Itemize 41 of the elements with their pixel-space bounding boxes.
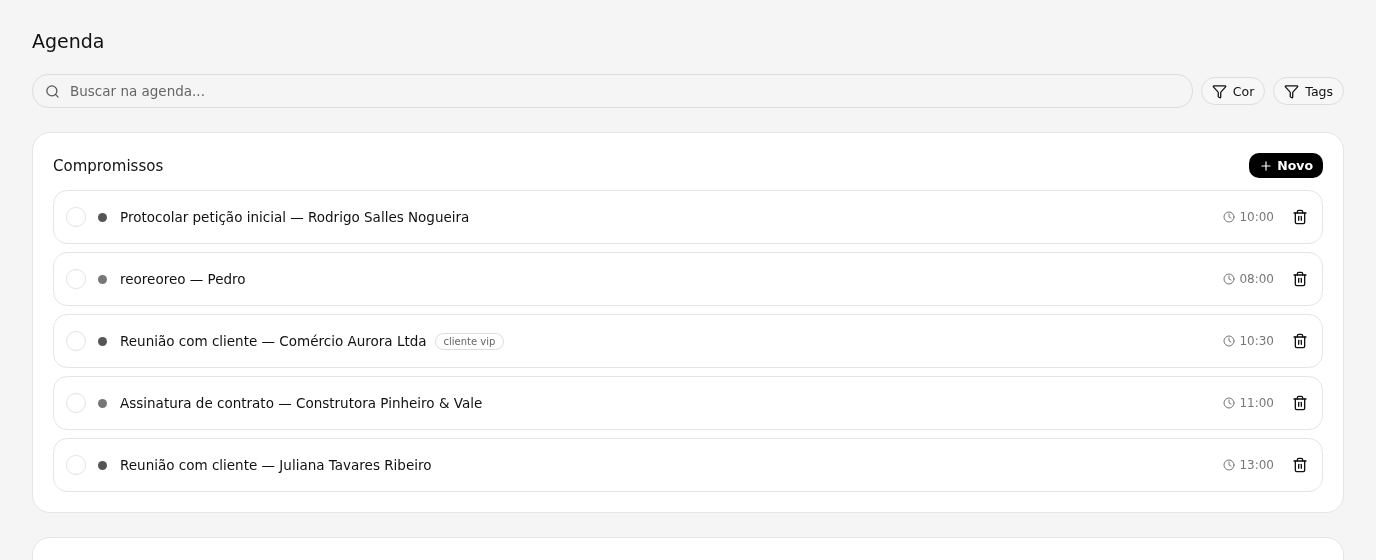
trash-icon bbox=[1292, 395, 1308, 411]
delete-button[interactable] bbox=[1292, 271, 1308, 287]
clock-icon bbox=[1223, 211, 1236, 223]
trash-icon bbox=[1292, 457, 1308, 473]
appointment-time: 08:00 bbox=[1239, 272, 1274, 286]
plus-icon bbox=[1259, 158, 1274, 173]
clock-icon bbox=[1223, 397, 1236, 409]
delete-button[interactable] bbox=[1292, 457, 1308, 473]
filter-button[interactable]: Tags bbox=[1273, 77, 1344, 105]
trash-icon bbox=[1292, 271, 1308, 287]
appointment-title: reoreoreo — Pedro bbox=[120, 271, 246, 287]
complete-checkbox[interactable] bbox=[66, 393, 86, 413]
trash-icon bbox=[1292, 209, 1308, 225]
search-field[interactable]: Buscar na agenda... bbox=[32, 74, 1193, 108]
complete-checkbox[interactable] bbox=[66, 331, 86, 351]
appointment-title: Assinatura de contrato — Construtora Pinheiro & Vale bbox=[120, 395, 483, 411]
clock-icon bbox=[1223, 335, 1236, 347]
search-icon bbox=[45, 83, 60, 99]
delete-button[interactable] bbox=[1292, 395, 1308, 411]
page-title: Agenda bbox=[32, 30, 106, 52]
appointment-title: Reunião com cliente — Juliana Tavares Ribeiro bbox=[120, 457, 432, 473]
appointment-title: Reunião com cliente — Comércio Aurora Ltda bbox=[120, 333, 427, 349]
delete-button[interactable] bbox=[1292, 209, 1308, 225]
appointment-time: 11:00 bbox=[1239, 396, 1274, 410]
appointment-time: 10:00 bbox=[1239, 210, 1274, 224]
appointment-time: 10:30 bbox=[1239, 334, 1274, 348]
new-button[interactable]: Novo bbox=[1249, 153, 1323, 178]
appointment-time: 13:00 bbox=[1239, 458, 1274, 472]
complete-checkbox[interactable] bbox=[66, 455, 86, 475]
filter-icon bbox=[1284, 83, 1300, 99]
appointment-title: Protocolar petição inicial — Rodrigo Salles Nogueira bbox=[120, 209, 470, 225]
complete-checkbox[interactable] bbox=[66, 269, 86, 289]
trash-icon bbox=[1292, 333, 1308, 349]
filter-icon bbox=[1211, 83, 1227, 99]
complete-checkbox[interactable] bbox=[66, 207, 86, 227]
filter-button[interactable]: Cor bbox=[1200, 77, 1266, 105]
clock-icon bbox=[1223, 273, 1236, 285]
clock-icon bbox=[1223, 459, 1236, 471]
delete-button[interactable] bbox=[1292, 333, 1308, 349]
search-input[interactable]: Buscar na agenda... bbox=[68, 82, 1180, 100]
card-title: Compromissos bbox=[53, 156, 164, 175]
